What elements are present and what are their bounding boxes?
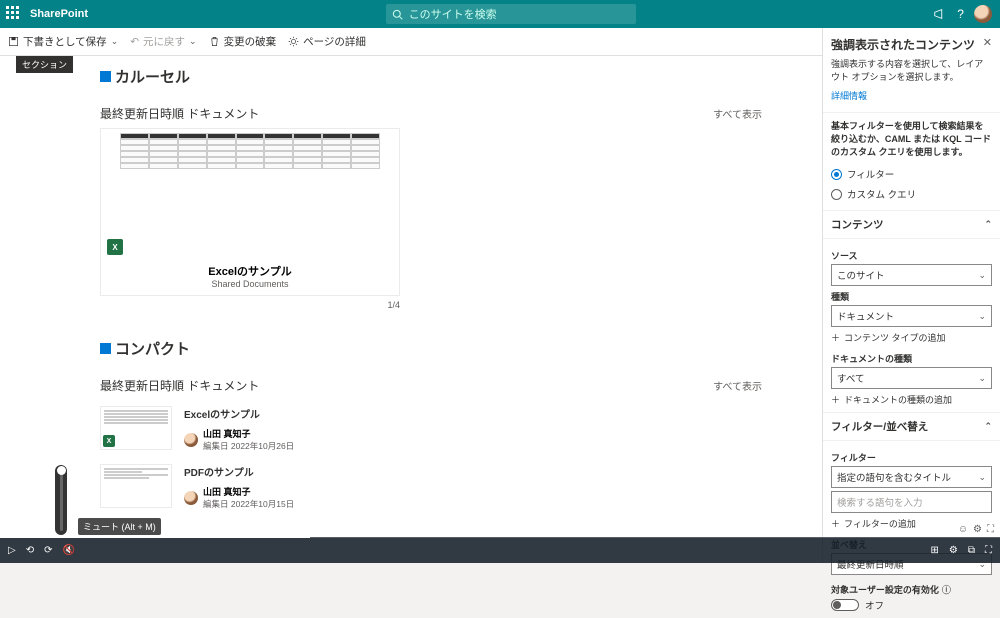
user-avatar[interactable] [974, 5, 992, 23]
pane-description: 強調表示する内容を選択して、レイアウト オプションを選択します。 [823, 57, 1000, 89]
fullscreen-icon[interactable]: ⛶ [987, 524, 994, 535]
edit-date: 編集日 2022年10月15日 [203, 498, 294, 510]
app-name: SharePoint [30, 8, 88, 20]
radio-icon [831, 189, 842, 200]
carousel-heading: カルーセル [115, 66, 190, 87]
excel-file-icon [103, 435, 115, 447]
compact-webpart-title: 最終更新日時順 ドキュメント [100, 377, 259, 394]
chevron-down-icon: ⌄ [978, 311, 986, 322]
feedback-icon[interactable]: ☺ [958, 524, 968, 535]
author-name: 山田 真知子 [203, 485, 294, 498]
fullscreen-icon[interactable]: ⛶ [985, 545, 992, 556]
radio-filter[interactable]: フィルター [831, 164, 992, 184]
author-avatar [184, 433, 198, 447]
source-select[interactable]: このサイト⌄ [831, 264, 992, 286]
pane-title: 強調表示されたコンテンツ [831, 36, 975, 53]
chevron-down-icon: ⌄ [978, 472, 986, 483]
filter-help: 基本フィルターを使用して検索結果を絞り込むか、CAML または KQL コードの… [831, 119, 992, 158]
card-title: Excelのサンプル [101, 263, 399, 279]
carousel-webpart-title: 最終更新日時順 ドキュメント [100, 105, 259, 122]
help-icon[interactable]: ? [957, 7, 964, 21]
see-all-link[interactable]: すべて表示 [713, 378, 762, 393]
chevron-down-icon: ⌄ [111, 36, 119, 47]
settings-icon[interactable]: ⚙ [973, 524, 982, 535]
undo-button[interactable]: ↶ 元に戻す ⌄ [130, 34, 196, 49]
item-title: Excelのサンプル [184, 406, 294, 421]
list-item[interactable]: Excelのサンプル 山田 真知子 編集日 2022年10月26日 [100, 400, 762, 458]
page-details-button[interactable]: ページの詳細 [288, 34, 366, 49]
volume-icon[interactable]: 🔇 [62, 545, 74, 556]
plus-icon: ＋ [831, 393, 840, 406]
megaphone-icon[interactable] [933, 7, 947, 21]
chevron-down-icon: ⌄ [189, 36, 197, 47]
author-name: 山田 真知子 [203, 427, 294, 440]
search-box[interactable]: このサイトを検索 [386, 4, 636, 24]
add-content-type-link[interactable]: ＋コンテンツ タイプの追加 [831, 331, 992, 344]
source-label: ソース [831, 249, 992, 262]
video-controls: ▷ ⟲ ⟳ 🔇 ⊞ ⚙ ⧉ ⛶ [0, 537, 1000, 563]
save-draft-button[interactable]: 下書きとして保存 ⌄ [8, 34, 118, 49]
type-label: 種類 [831, 290, 992, 303]
plus-icon: ＋ [831, 517, 840, 530]
filter-label: フィルター [831, 451, 992, 464]
undo-icon: ↶ [130, 36, 139, 48]
skip-back-icon[interactable]: ⟲ [26, 545, 34, 556]
property-pane: 強調表示されたコンテンツ ✕ 強調表示する内容を選択して、レイアウト オプション… [822, 28, 1000, 563]
chevron-down-icon: ⌄ [978, 373, 986, 384]
audience-toggle[interactable] [831, 599, 859, 611]
see-all-link[interactable]: すべて表示 [713, 106, 762, 121]
edit-date: 編集日 2022年10月26日 [203, 440, 294, 452]
settings-icon[interactable]: ⚙ [949, 545, 958, 556]
info-icon[interactable]: ⓘ [942, 583, 951, 596]
details-link[interactable]: 詳細情報 [823, 89, 1000, 112]
radio-icon [831, 169, 842, 180]
item-title: PDFのサンプル [184, 464, 294, 479]
filter-text-input[interactable]: 検索する語句を入力 [831, 491, 992, 513]
heading-marker [100, 71, 111, 82]
doctype-select[interactable]: すべて⌄ [831, 367, 992, 389]
author-avatar [184, 491, 198, 505]
compact-heading: コンパクト [115, 338, 190, 359]
discard-button[interactable]: 変更の破棄 [209, 34, 277, 49]
list-item[interactable]: PDFのサンプル 山田 真知子 編集日 2022年10月15日 [100, 458, 762, 516]
captions-icon[interactable]: ⊞ [931, 545, 939, 556]
heading-marker [100, 343, 111, 354]
chevron-up-icon: ⌃ [984, 219, 992, 230]
content-section-header[interactable]: コンテンツ ⌃ [823, 210, 1000, 238]
pip-icon[interactable]: ⧉ [968, 545, 975, 556]
save-icon [8, 36, 19, 47]
carousel-pager: 1/4 [100, 300, 400, 310]
carousel-card[interactable]: Excelのサンプル Shared Documents [100, 128, 400, 296]
radio-custom-query[interactable]: カスタム クエリ [831, 184, 992, 204]
trash-icon [209, 36, 220, 47]
type-select[interactable]: ドキュメント⌄ [831, 305, 992, 327]
volume-slider[interactable] [55, 465, 67, 535]
filter-select[interactable]: 指定の語句を含むタイトル⌄ [831, 466, 992, 488]
excel-thumbnail [120, 133, 380, 259]
progress-bar[interactable] [0, 535, 1000, 538]
filter-section-header[interactable]: フィルター/並べ替え ⌃ [823, 412, 1000, 440]
chevron-up-icon: ⌃ [984, 421, 992, 432]
close-icon[interactable]: ✕ [983, 36, 992, 49]
search-placeholder: このサイトを検索 [409, 6, 497, 22]
mute-tooltip: ミュート (Alt + M) [78, 518, 161, 535]
skip-forward-icon[interactable]: ⟳ [44, 545, 52, 556]
audience-label: 対象ユーザー設定の有効化ⓘ [831, 583, 992, 596]
section-label: セクション [16, 56, 73, 73]
card-location: Shared Documents [101, 279, 399, 289]
play-icon[interactable]: ▷ [8, 545, 16, 556]
search-icon [392, 9, 403, 20]
doctype-label: ドキュメントの種類 [831, 352, 992, 365]
plus-icon: ＋ [831, 331, 840, 344]
chevron-down-icon: ⌄ [978, 270, 986, 281]
excel-file-icon [107, 239, 123, 255]
app-launcher-icon[interactable] [6, 6, 22, 22]
gear-icon [288, 36, 299, 47]
add-doctype-link[interactable]: ＋ドキュメントの種類の追加 [831, 393, 992, 406]
